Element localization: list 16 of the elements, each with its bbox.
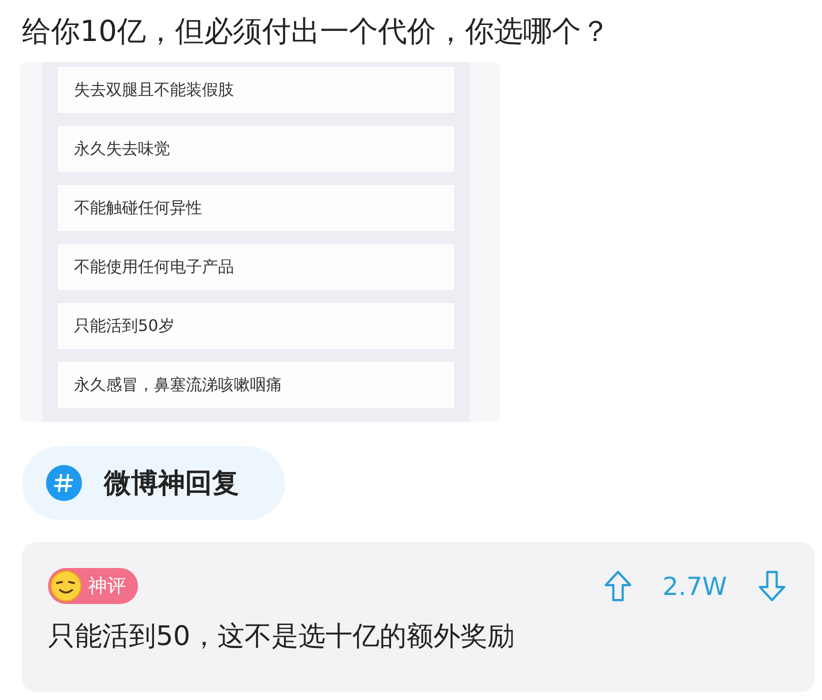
downvote-icon[interactable] bbox=[757, 569, 787, 603]
comment-text: 只能活到50，这不是选十亿的额外奖励 bbox=[48, 620, 516, 654]
vote-count: 2.7W bbox=[662, 572, 727, 600]
smiley-icon bbox=[50, 570, 82, 602]
topic-label: 微博神回复 bbox=[104, 467, 239, 501]
option-item[interactable]: 失去双腿且不能装假肢 bbox=[58, 67, 454, 113]
hashtag-icon bbox=[46, 465, 82, 501]
option-item[interactable]: 不能触碰任何异性 bbox=[58, 185, 454, 231]
upvote-icon[interactable] bbox=[602, 569, 633, 603]
hot-comment-badge: 神评 bbox=[48, 568, 138, 604]
option-item[interactable]: 永久感冒，鼻塞流涕咳嗽咽痛 bbox=[58, 362, 454, 408]
option-item[interactable]: 不能使用任何电子产品 bbox=[58, 244, 454, 290]
topic-tag[interactable]: 微博神回复 bbox=[22, 446, 285, 520]
post-title: 给你10亿，但必须付出一个代价，你选哪个？ bbox=[22, 13, 611, 50]
option-item[interactable]: 永久失去味觉 bbox=[58, 126, 454, 172]
option-item[interactable]: 只能活到50岁 bbox=[58, 303, 454, 349]
